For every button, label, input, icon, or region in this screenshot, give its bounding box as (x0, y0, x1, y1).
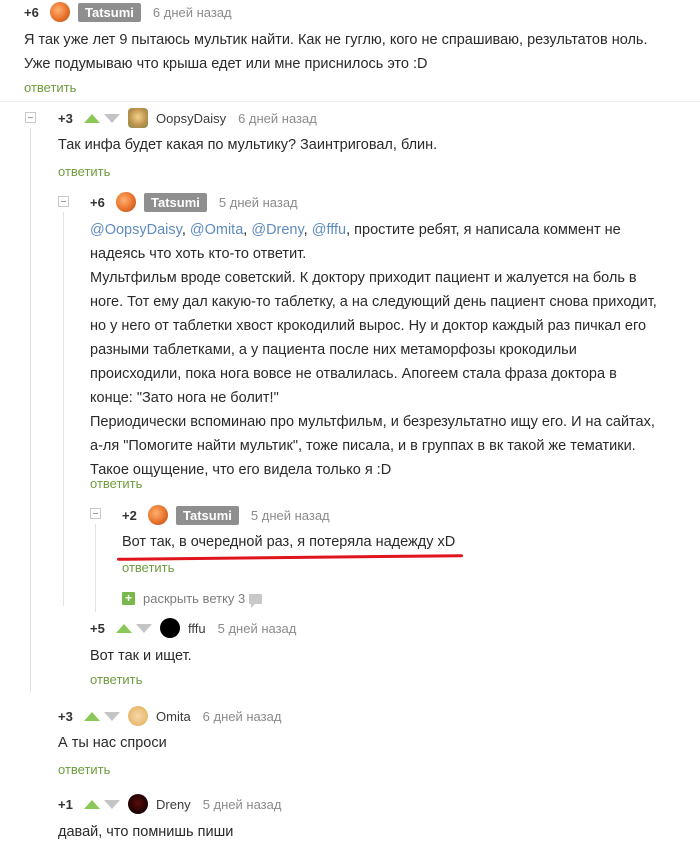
mention-link[interactable]: @Omita (190, 222, 243, 238)
reply-link[interactable]: ответить (122, 560, 174, 575)
collapse-icon[interactable] (58, 196, 69, 207)
comment-rating: +3 (58, 110, 73, 126)
comment-line: но у него от таблетки хвост крокодилий в… (90, 318, 647, 334)
comment-line: Периодически вспоминаю про мультфильм, и… (90, 414, 655, 430)
thread-line[interactable] (63, 212, 64, 606)
avatar[interactable] (116, 192, 136, 212)
comment-line: ноге. Тот ему дал какую-то таблетку, а н… (90, 294, 657, 310)
author-name[interactable]: Tatsumi (176, 505, 239, 525)
upvote-arrow-icon[interactable] (84, 799, 100, 809)
reply-link[interactable]: ответить (90, 476, 142, 491)
comment-time[interactable]: 6 дней назад (203, 709, 282, 724)
comment-line: Я так уже лет 9 пытаюсь мультик найти. К… (24, 32, 648, 48)
author-name[interactable]: Omita (156, 709, 191, 724)
comment-header: +3 OopsyDaisy 6 дней назад (58, 106, 317, 130)
upvote-arrow-icon[interactable] (84, 113, 100, 123)
comment-header: +2 Tatsumi 5 дней назад (122, 503, 330, 527)
comment-line: конце: "Зато нога не болит!" (90, 390, 279, 406)
comments-page: +6 Tatsumi 6 дней назад Я так уже лет 9 … (0, 0, 700, 842)
comment-rating: +2 (122, 507, 137, 523)
mention-link[interactable]: @OopsyDaisy (90, 222, 182, 238)
comment-header: +6 Tatsumi 5 дней назад (90, 190, 298, 214)
avatar[interactable] (50, 2, 70, 22)
comment-header: +5 fffu 5 дней назад (90, 616, 296, 640)
comment-text: , простите ребят, я написала коммент не (346, 222, 621, 238)
reply-link[interactable]: ответить (90, 672, 142, 687)
comment-rating: +6 (24, 4, 39, 20)
collapse-icon[interactable] (25, 112, 36, 123)
comment-line: Вот так, в очередной раз, я потеряла над… (122, 534, 456, 550)
thread-line[interactable] (95, 524, 96, 612)
upvote-arrow-icon[interactable] (84, 711, 100, 721)
comment-line: @OopsyDaisy, @Omita, @Dreny, @fffu, прос… (90, 222, 621, 238)
avatar[interactable] (128, 108, 148, 128)
downvote-arrow-icon[interactable] (104, 711, 120, 721)
comment-line: а-ля "Помогите найти мультик", тоже писа… (90, 438, 636, 454)
comment-line: Вот так и ищет. (90, 648, 192, 664)
plus-icon: + (122, 592, 135, 605)
comment-line: Мультфильм вроде советский. К доктору пр… (90, 270, 637, 286)
reply-link[interactable]: ответить (58, 762, 110, 777)
comment-body: Я так уже лет 9 пытаюсь мультик найти. К… (24, 28, 694, 76)
comment-line: Такое ощущение, что его видела только я … (90, 462, 392, 478)
comment-header: +1 Dreny 5 дней назад (58, 792, 281, 816)
comment-time[interactable]: 5 дней назад (203, 797, 282, 812)
comment-line: надеясь что хоть кто-то ответит. (90, 246, 307, 262)
comment-body: Вот так, в очередной раз, я потеряла над… (122, 530, 682, 554)
comment-time[interactable]: 6 дней назад (153, 5, 232, 20)
comment-time[interactable]: 5 дней назад (218, 621, 297, 636)
comment-line: происходили, пока нога вовсе не отвалила… (90, 366, 617, 382)
author-name[interactable]: Tatsumi (144, 192, 207, 212)
comment-time[interactable]: 6 дней назад (238, 111, 317, 126)
comment-header: +6 Tatsumi 6 дней назад (24, 0, 232, 24)
downvote-arrow-icon[interactable] (104, 799, 120, 809)
comment-body: А ты нас спроси (58, 731, 658, 755)
comment-rating: +5 (90, 620, 105, 636)
downvote-arrow-icon[interactable] (136, 623, 152, 633)
comment-icon (249, 593, 263, 608)
upvote-arrow-icon[interactable] (116, 623, 132, 633)
author-name[interactable]: Tatsumi (78, 2, 141, 22)
comment-time[interactable]: 5 дней назад (219, 195, 298, 210)
reply-link[interactable]: ответить (24, 80, 76, 95)
avatar[interactable] (148, 505, 168, 525)
comment-line: Уже подумываю что крыша едет или мне при… (24, 56, 428, 72)
divider (0, 101, 700, 102)
comment-line: А ты нас спроси (58, 735, 167, 751)
avatar[interactable] (128, 794, 148, 814)
avatar[interactable] (128, 706, 148, 726)
avatar[interactable] (160, 618, 180, 638)
collapse-icon[interactable] (90, 508, 101, 519)
comment-time[interactable]: 5 дней назад (251, 508, 330, 523)
mention-link[interactable]: @fffu (312, 222, 346, 238)
comment-body: @OopsyDaisy, @Omita, @Dreny, @fffu, прос… (90, 218, 695, 482)
comment-line: разными таблетками, а у пациента после н… (90, 342, 577, 358)
comment-rating: +3 (58, 708, 73, 724)
comment-line: давай, что помнишь пиши (58, 824, 234, 840)
comment-line: Так инфа будет какая по мультику? Заинтр… (58, 137, 438, 153)
comment-body: Вот так и ищет. (90, 644, 650, 668)
expand-thread-label: раскрыть ветку 3 (143, 591, 246, 606)
comment-header: +3 Omita 6 дней назад (58, 704, 281, 728)
comment-rating: +1 (58, 796, 73, 812)
thread-line[interactable] (30, 128, 31, 693)
author-name[interactable]: Dreny (156, 797, 191, 812)
expand-thread-button[interactable]: + раскрыть ветку 3 (122, 591, 263, 608)
comment-rating: +6 (90, 194, 105, 210)
author-name[interactable]: OopsyDaisy (156, 111, 226, 126)
author-name[interactable]: fffu (188, 621, 206, 636)
comment-body: Так инфа будет какая по мультику? Заинтр… (58, 133, 678, 157)
comment-body: давай, что помнишь пиши (58, 820, 658, 842)
mention-link[interactable]: @Dreny (251, 222, 303, 238)
downvote-arrow-icon[interactable] (104, 113, 120, 123)
reply-link[interactable]: ответить (58, 164, 110, 179)
